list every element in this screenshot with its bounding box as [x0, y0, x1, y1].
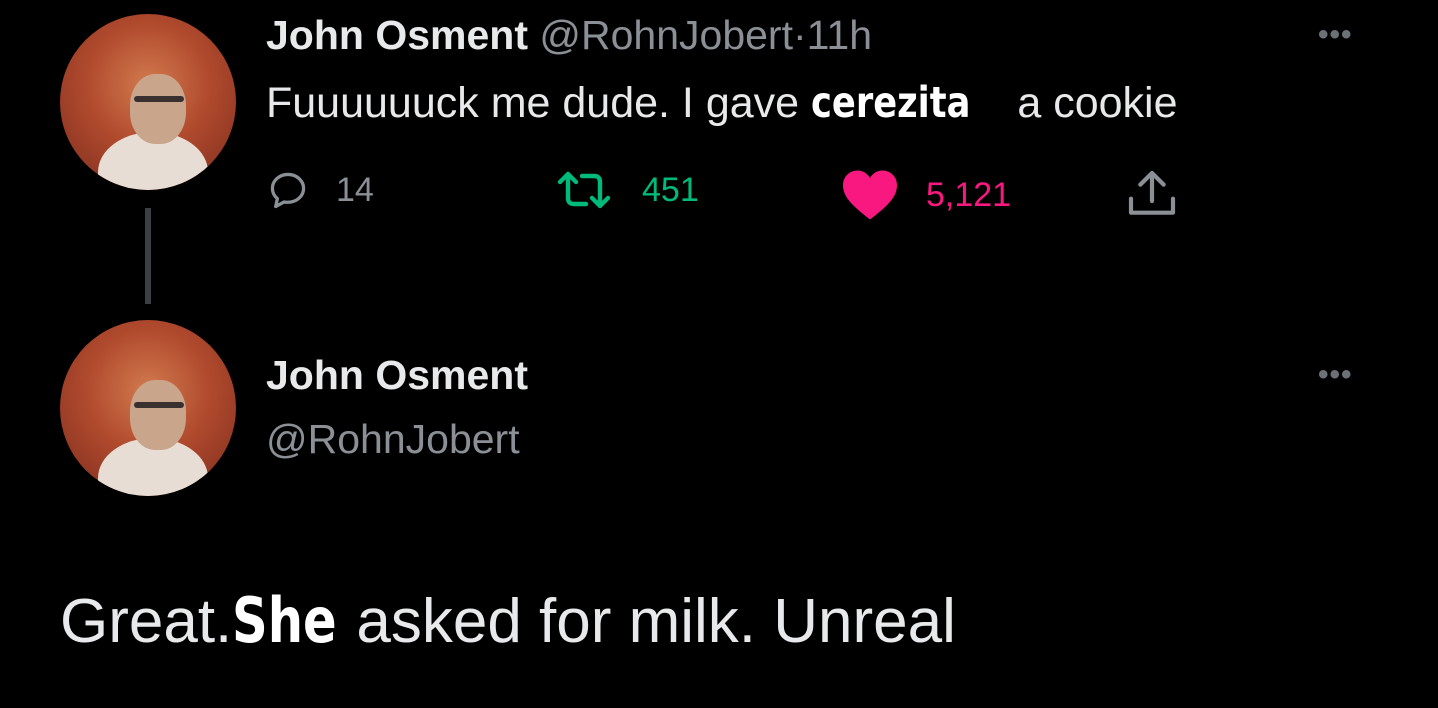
display-name[interactable]: John Osment: [266, 352, 528, 399]
user-handle[interactable]: @RohnJobert: [539, 12, 793, 58]
separator-dot: ·: [792, 12, 807, 58]
reply-text-overlay: She: [232, 584, 337, 657]
thread-connector-line: [145, 208, 151, 304]
retweet-count: 451: [642, 170, 699, 209]
share-icon: [1124, 168, 1180, 220]
more-options-icon[interactable]: •••: [1318, 358, 1353, 392]
display-name[interactable]: John Osment: [266, 12, 528, 58]
avatar-face: [130, 380, 186, 450]
like-button[interactable]: 5,121: [840, 168, 1011, 222]
tweet-text-before: Fuuuuuuck me dude. I gave: [266, 79, 812, 127]
like-count: 5,121: [926, 175, 1012, 214]
heart-icon: [840, 168, 900, 222]
avatar-glasses: [134, 96, 184, 102]
avatar[interactable]: [60, 320, 236, 496]
reply-icon: [266, 168, 310, 212]
tweet-text: Fuuuuuuck me dude. I gave cerezita a coo…: [266, 78, 1178, 128]
tweet-actions: 14 451 5,121: [266, 168, 1196, 220]
share-button[interactable]: [1124, 168, 1180, 220]
avatar-face: [130, 74, 186, 144]
more-options-icon[interactable]: •••: [1318, 18, 1353, 52]
reply-text: Great.She asked for milk. Unreal: [60, 584, 956, 657]
retweet-icon: [552, 168, 616, 212]
tweet-text-after: a cookie: [1005, 79, 1178, 127]
reply-count: 14: [336, 170, 374, 209]
reply-button[interactable]: 14: [266, 168, 374, 212]
reply-text-before: Great.: [60, 587, 233, 656]
reply-text-after: asked for milk. Unreal: [339, 587, 956, 656]
retweet-button[interactable]: 451: [552, 168, 699, 212]
timestamp[interactable]: 11h: [807, 12, 872, 58]
user-handle[interactable]: @RohnJobert: [266, 416, 520, 463]
tweet-header: John Osment @RohnJobert·11h: [266, 12, 872, 59]
avatar[interactable]: [60, 14, 236, 190]
avatar-glasses: [134, 402, 184, 408]
tweet-text-overlay: cerezita: [811, 78, 971, 128]
